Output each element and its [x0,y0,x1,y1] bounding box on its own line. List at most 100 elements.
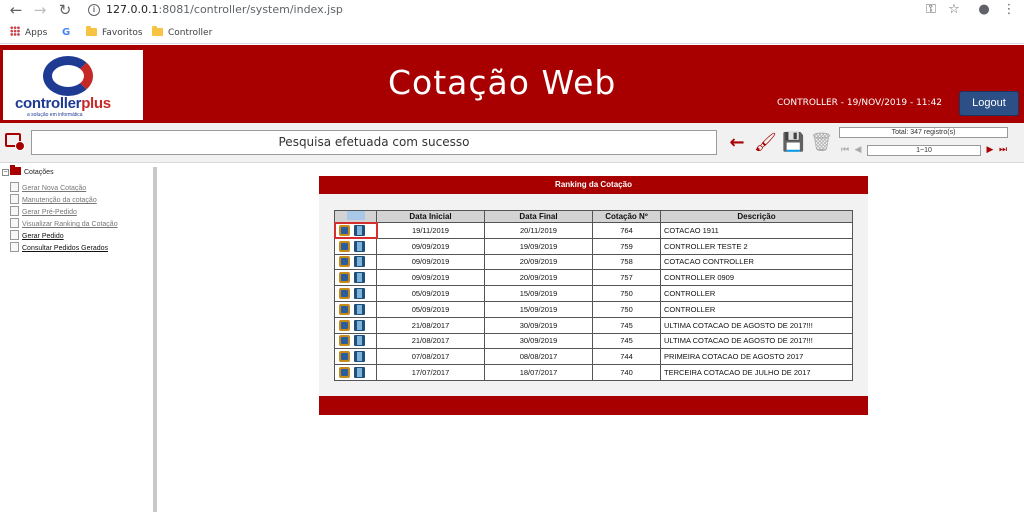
bookmark-favoritos[interactable]: Favoritos [86,26,143,40]
view-cotacao-icon[interactable] [339,367,350,379]
sidebar-item-label: Gerar Nova Cotação [22,185,87,192]
star-icon[interactable]: ☆ [945,1,963,19]
folder-icon [152,26,163,36]
table-row[interactable]: 05/09/2019 15/09/2019 750 CONTROLLER [334,300,853,318]
table-row[interactable]: 19/11/2019 20/11/2019 764 COTACAO 1911 [333,221,853,240]
table-row[interactable]: 07/08/2017 08/08/2017 744 PRIMEIRA COTACAO … [334,348,853,366]
sidebar-item-gerar-pedido[interactable]: Gerar Pedido [10,230,64,241]
column-header-data-final[interactable]: Data Final [484,210,593,223]
user-info: CONTROLLER - 19/NOV/2019 - 11:42 [777,98,943,108]
browser-toolbar: ← → ↻ i 127.0.0.1:8081/controller/system… [0,0,1024,21]
ranking-tool-icon[interactable] [354,240,365,252]
view-cotacao-icon[interactable] [339,351,350,363]
bookmark-google[interactable]: G [62,26,70,40]
sidebar-item-label: Gerar Pré-Pedido [22,209,77,216]
panel-footer [319,396,868,415]
table-row[interactable]: 21/08/2017 30/09/2019 745 ULTIMA COTACAO DE… [334,332,853,350]
ranking-tool-icon[interactable] [354,224,365,236]
first-page-icon[interactable]: ⏮ [839,144,851,156]
menu-icon[interactable]: ⋮ [1000,1,1018,19]
bookmark-controller[interactable]: Controller [152,26,212,40]
ranking-tool-icon[interactable] [354,256,365,268]
row-actions [334,237,377,255]
ranking-panel: Ranking da Cotação Data Inicial Data Fin… [319,176,868,415]
clear-brush-icon[interactable]: 🖌 [754,132,777,154]
cell-data-inicial: 09/09/2019 [376,237,485,255]
ranking-tool-icon[interactable] [354,303,365,315]
cell-data-final: 20/11/2019 [484,222,593,239]
pagination: ⏮ ◀ 1~10 ▶ ⏭ [839,144,1019,158]
next-page-icon[interactable]: ▶ [984,144,996,156]
document-icon [10,242,19,252]
table-row[interactable]: 21/08/2017 30/09/2019 745 ULTIMA COTACAO DE… [334,316,853,334]
cell-cotacao-numero: 757 [592,269,661,287]
bookmark-apps[interactable]: Apps [10,26,47,40]
ranking-tool-icon[interactable] [354,335,365,347]
sidebar-item-gerar-pre-pedido[interactable]: Gerar Pré-Pedido [10,206,77,217]
sidebar-item-gerar-nova-cotacao[interactable]: Gerar Nova Cotação [10,182,86,193]
view-cotacao-icon[interactable] [339,288,350,300]
sidebar-item-label: Consultar Pedidos Gerados [22,245,108,252]
table-row[interactable]: 09/09/2019 20/09/2019 757 CONTROLLER 0909 [334,269,853,287]
status-message: Pesquisa efetuada com sucesso [31,130,717,155]
table-row[interactable]: 05/09/2019 15/09/2019 750 CONTROLLER [334,285,853,302]
document-icon [10,218,19,228]
logo: controllerplus a solução em informática [3,50,143,120]
table-row[interactable]: 17/07/2017 18/07/2017 740 TERCEIRA COTACAO … [334,364,853,381]
search-window-icon[interactable] [5,133,25,151]
bookmark-label: Controller [168,28,213,38]
cell-data-inicial: 17/07/2017 [376,364,485,381]
view-cotacao-icon[interactable] [339,272,350,284]
sidebar-item-manutencao[interactable]: Manutenção da cotação [10,194,97,205]
cell-data-final: 20/09/2019 [484,253,593,271]
panel-title: Ranking da Cotação [319,176,868,194]
ranking-tool-icon[interactable] [354,367,365,379]
last-page-icon[interactable]: ⏭ [997,144,1009,156]
view-cotacao-icon[interactable] [339,319,350,331]
collapse-icon[interactable]: − [2,169,9,176]
page-range[interactable]: 1~10 [867,145,981,156]
back-arrow-icon[interactable]: ← [726,132,748,154]
cell-cotacao-numero: 764 [592,222,661,239]
back-arrow-icon[interactable]: ← [7,1,25,19]
sidebar-item-label: Gerar Pedido [22,233,64,240]
sidebar-item-label: Manutenção da cotação [22,197,97,204]
view-cotacao-icon[interactable] [339,303,350,315]
row-actions [334,316,377,334]
view-cotacao-icon[interactable] [339,256,350,268]
ranking-tool-icon[interactable] [354,319,365,331]
table-row[interactable]: 09/09/2019 20/09/2019 758 COTACAO CONTROLLE… [334,253,853,271]
forward-arrow-icon[interactable]: → [31,1,49,19]
folder-icon [86,26,97,36]
document-icon [10,206,19,216]
key-icon[interactable]: ⚿ [922,1,940,19]
profile-icon[interactable]: ● [975,1,993,19]
tree-root-cotacoes[interactable]: Cotações [24,169,54,176]
delete-icon[interactable]: 🗑 [810,132,833,154]
ranking-tool-icon[interactable] [354,272,365,284]
view-cotacao-icon[interactable] [339,240,350,252]
view-cotacao-icon[interactable] [339,335,350,347]
info-icon[interactable]: i [88,4,100,16]
sidebar-item-label: Visualizar Ranking da Cotação [22,221,118,228]
column-header-data-inicial[interactable]: Data Inicial [376,210,485,223]
reload-icon[interactable]: ↻ [56,1,74,19]
ranking-tool-icon[interactable] [354,288,365,300]
table-header-row: Data Inicial Data Final Cotação Nº Descr… [334,210,853,223]
document-icon [10,230,19,240]
sidebar-item-consultar-pedidos[interactable]: Consultar Pedidos Gerados [10,242,108,253]
column-header-descricao[interactable]: Descrição [660,210,853,223]
sidebar-item-visualizar-ranking[interactable]: Visualizar Ranking da Cotação [10,218,118,229]
url-path: :8081/controller/system/index.jsp [158,3,343,16]
prev-page-icon[interactable]: ◀ [852,144,864,156]
sidebar-scrollbar[interactable] [153,167,157,512]
table-row[interactable]: 09/09/2019 19/09/2019 759 CONTROLLER TESTE … [334,237,853,255]
logo-text-main: controller [15,95,82,112]
save-icon[interactable]: 💾 [782,132,804,154]
address-bar[interactable]: 127.0.0.1:8081/controller/system/index.j… [106,0,906,20]
logout-button[interactable]: Logout [959,91,1019,116]
google-icon: G [62,27,71,38]
view-cotacao-icon[interactable] [339,224,350,236]
column-header-cotacao-numero[interactable]: Cotação Nº [592,210,661,223]
ranking-tool-icon[interactable] [354,351,365,363]
